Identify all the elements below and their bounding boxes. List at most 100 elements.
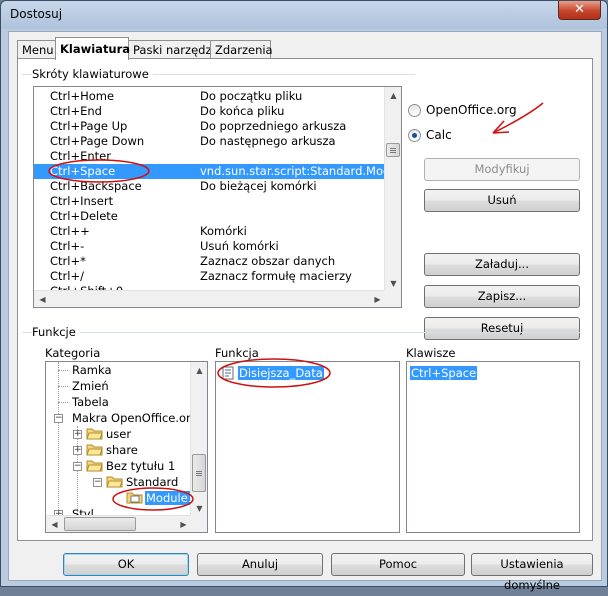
shortcut-row[interactable]: Ctrl++ Komórki bbox=[34, 224, 386, 239]
radio-calc-label: Calc bbox=[426, 128, 452, 142]
collapse-icon[interactable]: − bbox=[93, 478, 102, 487]
window-title: Dostosuj bbox=[10, 7, 63, 21]
dialog-window: Dostosuj ✕ Menu Klawiatura Paski narzędz… bbox=[0, 0, 608, 592]
shortcut-row[interactable]: Ctrl+End Do końca pliku bbox=[34, 104, 386, 119]
tree-item-module[interactable]: Module1 bbox=[145, 490, 197, 506]
shortcut-command: Usuń komórki bbox=[200, 239, 279, 253]
shortcut-key: Ctrl++ bbox=[50, 224, 90, 238]
tree-item-frame[interactable]: Ramka bbox=[72, 362, 112, 378]
keyboard-panel: Skróty klawiaturowe Ctrl+Home Do początku… bbox=[17, 58, 593, 541]
shortcut-key: Ctrl+/ bbox=[50, 269, 84, 283]
function-label: Funkcja bbox=[215, 346, 263, 360]
shortcut-row[interactable]: Ctrl+/ Zaznacz formułę macierzy bbox=[34, 269, 386, 284]
radio-openoffice-label: OpenOffice.org bbox=[426, 103, 517, 117]
close-icon: ✕ bbox=[574, 2, 585, 17]
load-button[interactable]: Załaduj... bbox=[424, 253, 580, 276]
shortcut-key: Ctrl+* bbox=[50, 254, 86, 268]
shortcut-key: Ctrl+End bbox=[50, 104, 102, 118]
shortcut-key: Ctrl+Enter bbox=[50, 149, 111, 163]
tree-item-standard[interactable]: Standard bbox=[126, 474, 178, 490]
key-item[interactable]: Ctrl+Space bbox=[410, 365, 478, 381]
shortcut-row[interactable]: Ctrl+Backspace Do bieżącej komórki bbox=[34, 179, 386, 194]
cancel-button[interactable]: Anuluj bbox=[197, 553, 323, 576]
collapse-icon[interactable]: − bbox=[73, 462, 82, 471]
keys-list[interactable]: Ctrl+Space bbox=[406, 361, 580, 533]
scroll-up-arrow-icon[interactable]: ▲ bbox=[385, 87, 401, 104]
functions-separator bbox=[22, 332, 580, 333]
delete-button[interactable]: Usuń bbox=[424, 189, 580, 212]
tab-menu[interactable]: Menu bbox=[17, 40, 56, 59]
shortcut-row[interactable]: Ctrl+* Zaznacz obszar danych bbox=[34, 254, 386, 269]
shortcut-row[interactable]: Ctrl+Enter bbox=[34, 149, 386, 164]
shortcut-key: Ctrl+Delete bbox=[50, 209, 118, 223]
scroll-left-arrow-icon[interactable]: ◀ bbox=[46, 516, 63, 532]
tree-item-share[interactable]: share bbox=[106, 442, 138, 458]
shortcuts-hscroll[interactable]: ◀ ▶ bbox=[34, 290, 386, 307]
folder-icon bbox=[86, 443, 103, 456]
folder-icon bbox=[106, 475, 123, 488]
scroll-up-arrow-icon[interactable]: ▲ bbox=[191, 362, 207, 379]
function-item[interactable]: Disiejsza_Data bbox=[238, 365, 324, 381]
scroll-thumb[interactable] bbox=[64, 517, 136, 531]
tree-item-user[interactable]: user bbox=[106, 426, 131, 442]
shortcut-row[interactable]: Ctrl+Delete bbox=[34, 209, 386, 224]
reset-button[interactable]: Resetuj bbox=[424, 317, 580, 340]
shortcut-command: Do początku pliku bbox=[200, 89, 303, 103]
shortcut-key: Ctrl+Home bbox=[50, 89, 115, 103]
modify-button[interactable]: Modyfikuj bbox=[424, 158, 580, 181]
title-bar[interactable]: Dostosuj ✕ bbox=[1, 1, 607, 29]
scroll-left-arrow-icon[interactable]: ◀ bbox=[34, 291, 51, 307]
shortcut-row[interactable]: Ctrl+Insert bbox=[34, 194, 386, 209]
shortcut-command: Do końca pliku bbox=[200, 104, 285, 118]
shortcut-key: Ctrl+- bbox=[50, 239, 85, 253]
shortcut-command: Do poprzedniego arkusza bbox=[200, 119, 347, 133]
collapse-icon[interactable]: − bbox=[54, 414, 63, 423]
scroll-thumb[interactable] bbox=[386, 143, 400, 157]
expand-icon[interactable]: + bbox=[73, 430, 82, 439]
expand-icon[interactable]: + bbox=[73, 446, 82, 455]
tab-events[interactable]: Zdarzenia bbox=[210, 40, 273, 59]
shortcuts-group-label: Skróty klawiaturowe bbox=[32, 67, 153, 81]
category-vscroll[interactable]: ▲ ▼ bbox=[190, 362, 207, 517]
shortcut-key: Ctrl+Backspace bbox=[50, 179, 142, 193]
shortcut-key: Ctrl+Page Up bbox=[50, 119, 128, 133]
shortcut-command: vnd.sun.star.script:Standard.Module bbox=[200, 164, 402, 178]
radio-calc[interactable] bbox=[408, 129, 421, 142]
folder-icon bbox=[86, 427, 103, 440]
radio-openoffice[interactable] bbox=[408, 104, 421, 117]
dialog-client: Menu Klawiatura Paski narzędzi Zdarzenia… bbox=[8, 31, 602, 592]
functions-group-label: Funkcje bbox=[32, 325, 80, 339]
function-list[interactable]: Disiejsza_Data bbox=[215, 361, 400, 533]
keys-label: Klawisze bbox=[406, 346, 460, 360]
shortcuts-vscroll[interactable]: ▲ ▼ bbox=[384, 87, 401, 292]
script-icon bbox=[221, 366, 235, 380]
category-hscroll[interactable]: ◀ ▶ bbox=[46, 515, 192, 532]
scroll-thumb[interactable] bbox=[192, 454, 206, 492]
tree-item-change[interactable]: Zmień bbox=[72, 378, 109, 394]
shortcut-row[interactable]: Ctrl+Home Do początku pliku bbox=[34, 89, 386, 104]
folder-icon bbox=[86, 459, 103, 472]
help-button[interactable]: Pomoc bbox=[331, 553, 465, 576]
tree-item-macros[interactable]: Makra OpenOffice.org bbox=[72, 410, 198, 426]
shortcut-command: Do następnego arkusza bbox=[200, 134, 336, 148]
module-icon bbox=[126, 491, 143, 504]
save-button[interactable]: Zapisz... bbox=[424, 285, 580, 308]
shortcut-row[interactable]: Ctrl+Page Up Do poprzedniego arkusza bbox=[34, 119, 386, 134]
shortcut-command: Zaznacz formułę macierzy bbox=[200, 269, 352, 283]
tab-keyboard[interactable]: Klawiatura bbox=[55, 37, 130, 60]
close-button[interactable]: ✕ bbox=[558, 1, 601, 20]
ok-button[interactable]: OK bbox=[63, 553, 189, 576]
shortcut-key: Ctrl+Page Down bbox=[50, 134, 145, 148]
shortcut-command: Do bieżącej komórki bbox=[200, 179, 317, 193]
tree-item-table[interactable]: Tabela bbox=[72, 394, 109, 410]
shortcut-key: Ctrl+Space bbox=[50, 164, 116, 178]
category-label: Kategoria bbox=[45, 346, 105, 360]
shortcut-row[interactable]: Ctrl+Page Down Do następnego arkusza bbox=[34, 134, 386, 149]
tab-toolbars[interactable]: Paski narzędzi bbox=[128, 40, 215, 59]
tree-item-untitled[interactable]: Bez tytułu 1 bbox=[106, 458, 175, 474]
shortcuts-list[interactable]: Ctrl+Home Do początku pliku Ctrl+End Do koń… bbox=[33, 86, 402, 308]
defaults-button[interactable]: Ustawienia domyślne bbox=[471, 553, 593, 592]
category-tree[interactable]: Ramka Zmień Tabela − Makra OpenOffice.or… bbox=[45, 361, 208, 533]
shortcut-row[interactable]: Ctrl+Space vnd.sun.star.script:Standard.M… bbox=[34, 164, 401, 179]
shortcut-row[interactable]: Ctrl+- Usuń komórki bbox=[34, 239, 386, 254]
